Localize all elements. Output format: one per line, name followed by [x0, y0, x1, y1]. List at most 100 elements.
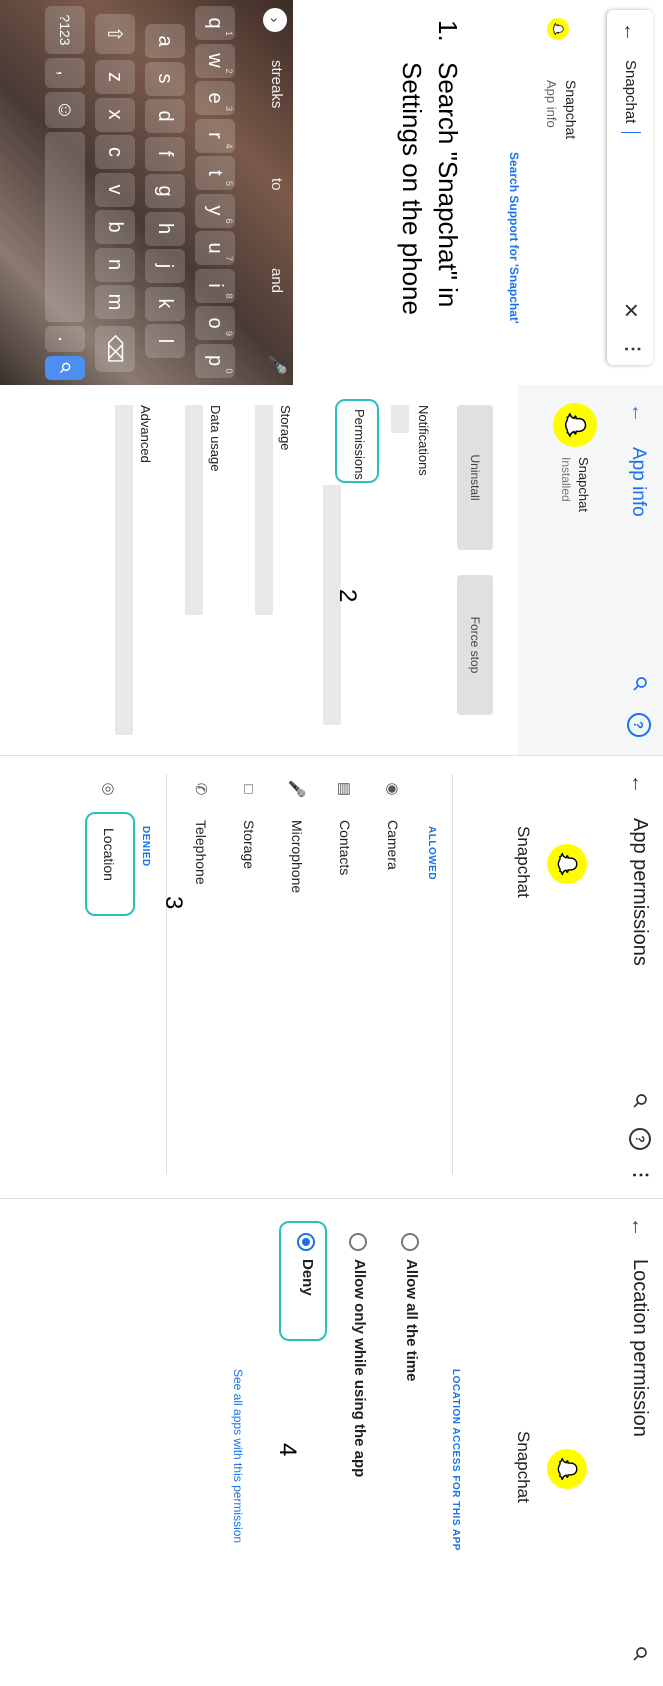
key-hint-number: 0 — [224, 368, 234, 374]
permission-label: Contacts — [337, 820, 353, 876]
key-hint-number: 8 — [224, 293, 234, 299]
folder-icon: □ — [240, 784, 258, 794]
permission-location[interactable]: ◎ Location — [95, 776, 123, 880]
storage-item[interactable]: Storage — [278, 405, 293, 451]
key-h[interactable]: h — [145, 211, 185, 246]
space-key[interactable] — [45, 132, 85, 322]
search-icon — [59, 362, 71, 374]
app-name: Snapchat — [514, 1431, 533, 1503]
suggestion-2[interactable]: to — [268, 178, 285, 191]
back-arrow-icon[interactable]: ← — [626, 403, 649, 423]
search-icon[interactable] — [631, 1645, 649, 1663]
key-l[interactable]: l — [145, 324, 185, 358]
search-key[interactable] — [45, 356, 85, 380]
key-v[interactable]: v — [95, 172, 135, 207]
key-n[interactable]: n — [95, 247, 135, 282]
backspace-key[interactable]: ⌫ — [95, 326, 135, 372]
option-allow-all-the-time[interactable]: Allow all the time — [403, 1259, 420, 1382]
key-hint-number: 4 — [224, 143, 234, 149]
instruction-line-2: Settings on the phone — [397, 62, 427, 315]
key-c[interactable]: c — [95, 135, 135, 169]
permission-storage[interactable]: □ Storage — [235, 776, 263, 869]
radio-deny[interactable] — [297, 1233, 315, 1251]
permissions-item[interactable]: Permissions — [352, 409, 367, 480]
search-icon[interactable] — [631, 675, 649, 693]
settings-search-panel: ← Snapchat ✕ ⋮ Snapchat App info Search … — [0, 0, 663, 385]
search-icon[interactable] — [631, 1092, 649, 1110]
advanced-item[interactable]: Advanced — [138, 405, 153, 463]
search-bar[interactable]: ← Snapchat ✕ ⋮ — [607, 10, 653, 365]
key-m[interactable]: m — [95, 285, 135, 319]
symbols-key[interactable]: ?123 — [45, 6, 85, 54]
force-stop-button[interactable]: Force stop — [457, 575, 493, 715]
key-a[interactable]: a — [145, 24, 185, 58]
permission-camera[interactable]: ◉ Camera — [379, 776, 407, 869]
data-usage-item[interactable]: Data usage — [208, 405, 223, 472]
option-allow-while-using[interactable]: Allow only while using the app — [351, 1259, 368, 1477]
page-title: Location permission — [629, 1259, 651, 1437]
radio-allow-all[interactable] — [401, 1233, 419, 1251]
permission-label: Microphone — [289, 820, 305, 894]
key-j[interactable]: j — [145, 249, 185, 283]
back-arrow-icon[interactable]: ← — [626, 1217, 649, 1237]
expand-chevron-icon[interactable]: › — [263, 8, 287, 32]
microphone-icon[interactable]: 🎤 — [267, 355, 287, 375]
clear-icon[interactable]: ✕ — [618, 302, 643, 319]
help-icon[interactable]: ? — [629, 1128, 651, 1150]
help-icon[interactable]: ? — [627, 713, 651, 737]
back-arrow-icon[interactable]: ← — [618, 22, 641, 42]
microphone-icon: 🎤 — [288, 779, 305, 799]
permission-microphone[interactable]: 🎤 Microphone — [283, 776, 311, 894]
search-input[interactable]: Snapchat — [622, 60, 639, 123]
permission-telephone[interactable]: ✆ Telephone — [187, 776, 215, 885]
comma-key[interactable]: , — [45, 58, 85, 88]
shift-key[interactable]: ⇧ — [95, 14, 135, 54]
permission-contacts[interactable]: ▤ Contacts — [331, 776, 359, 875]
option-deny[interactable]: Deny — [299, 1259, 316, 1296]
key-p[interactable]: p0 — [195, 343, 235, 378]
key-q[interactable]: q1 — [195, 6, 235, 40]
app-name: Snapchat — [576, 457, 591, 512]
notifications-label[interactable]: Notifications — [416, 405, 431, 476]
key-x[interactable]: x — [95, 97, 135, 132]
uninstall-button[interactable]: Uninstall — [457, 405, 493, 550]
emoji-key[interactable]: ☺ — [45, 92, 85, 128]
key-s[interactable]: s — [145, 61, 185, 96]
key-hint-number: 3 — [224, 105, 234, 111]
radio-allow-while-using[interactable] — [349, 1233, 367, 1251]
key-f[interactable]: f — [145, 136, 185, 171]
key-hint-number: 2 — [224, 68, 234, 74]
more-options-icon[interactable]: ⋮ — [630, 1166, 651, 1184]
key-y[interactable]: y6 — [195, 193, 235, 228]
snapchat-logo-icon — [547, 18, 569, 40]
app-info-panel: ← App info ? Snapchat Installed Uninstal… — [0, 385, 663, 755]
period-key[interactable]: . — [45, 326, 85, 352]
key-e[interactable]: e3 — [195, 81, 235, 115]
key-u[interactable]: u7 — [195, 231, 235, 265]
location-permission-panel: ← Location permission Snapchat LOCATION … — [0, 1198, 663, 1686]
key-z[interactable]: z — [95, 60, 135, 94]
instruction-line-1: Search "Snapchat" in — [433, 62, 463, 308]
search-result[interactable]: Snapchat App info — [523, 0, 593, 385]
key-d[interactable]: d — [145, 99, 185, 133]
suggestion-3[interactable]: and — [268, 268, 285, 293]
key-w[interactable]: w2 — [195, 43, 235, 78]
key-b[interactable]: b — [95, 210, 135, 244]
back-arrow-icon[interactable]: ← — [626, 774, 649, 794]
key-g[interactable]: g — [145, 174, 185, 208]
notifications-placeholder — [391, 405, 409, 433]
search-support-link[interactable]: Search Support for 'Snapchat' — [507, 152, 521, 324]
more-options-icon[interactable]: ⋮ — [622, 340, 643, 358]
permission-label: Telephone — [193, 820, 209, 885]
snapchat-logo-icon — [553, 403, 597, 447]
data-usage-placeholder — [185, 405, 203, 615]
see-all-apps-link[interactable]: See all apps with this permission — [231, 1369, 245, 1543]
key-o[interactable]: o9 — [195, 306, 235, 340]
on-screen-keyboard: › streaks to and 🎤 q1w2e3r4t5y6u7i8o9p0 … — [0, 0, 293, 385]
key-k[interactable]: k — [145, 286, 185, 321]
camera-icon: ◉ — [384, 782, 401, 796]
suggestion-1[interactable]: streaks — [268, 60, 285, 108]
key-i[interactable]: i8 — [195, 268, 235, 303]
key-r[interactable]: r4 — [195, 118, 235, 153]
key-t[interactable]: t5 — [195, 156, 235, 190]
